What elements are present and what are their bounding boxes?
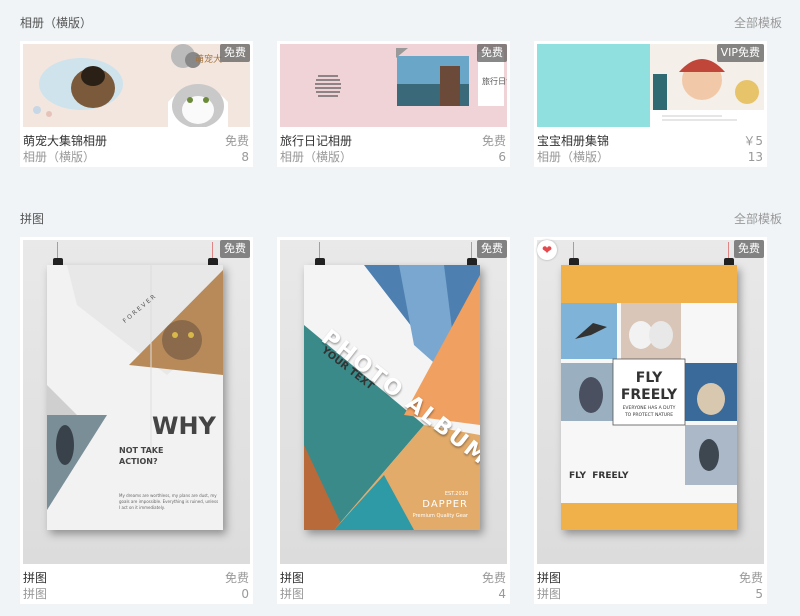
template-thumbnail: PHOTO ALBUM YOUR TEXT EST.2018 DAPPER Pr… <box>280 240 507 564</box>
template-count: 4 <box>498 587 506 601</box>
template-price: 免费 <box>481 571 506 585</box>
template-card[interactable]: FLY FREELY EVERYONE HAS A DUTY TO PROTEC… <box>534 237 767 604</box>
free-badge: 免费 <box>477 44 507 62</box>
template-count: 5 <box>755 587 763 601</box>
template-count: 13 <box>747 150 763 164</box>
section-header-collage: 拼图 全部模板 <box>20 209 782 227</box>
template-price: ￥5 <box>743 134 763 148</box>
heart-icon[interactable]: ❤ <box>537 240 557 260</box>
poster-line-2: TO PROTECT NATURE <box>624 413 674 418</box>
poster-headline: WHY <box>152 412 216 440</box>
thumbnail-caption: 萌宠大 <box>195 53 222 65</box>
template-card[interactable]: FOREVER WHY NOT TAKE ACTION? My dreams a… <box>20 237 253 604</box>
free-badge: 免费 <box>220 240 250 258</box>
card-meta: 拼图 免费 拼图 0 <box>23 570 249 602</box>
card-meta: 宝宝相册集锦 ￥5 相册（横版） 13 <box>537 133 763 165</box>
template-thumbnail: 萌宠大 <box>23 44 250 127</box>
template-card[interactable]: VIP免费 宝宝相册集锦 ￥5 相册（横版） 13 <box>534 41 767 167</box>
all-templates-link[interactable]: 全部模板 <box>734 14 782 31</box>
card-meta: 旅行日记相册 免费 相册（横版） 6 <box>280 133 506 165</box>
poster-preview: FLY FREELY EVERYONE HAS A DUTY TO PROTEC… <box>561 265 737 530</box>
template-price: 免费 <box>224 571 249 585</box>
section-title: 相册（横版） <box>20 15 93 30</box>
poster-headline-1: FLY <box>635 370 663 386</box>
template-thumbnail: FOREVER WHY NOT TAKE ACTION? My dreams a… <box>23 240 250 564</box>
pet-album-preview: 萌宠大 <box>33 44 228 127</box>
template-category: 相册（横版） <box>23 150 96 164</box>
template-category: 相册（横版） <box>280 150 353 164</box>
template-name: 旅行日记相册 <box>280 134 353 148</box>
card-meta: 萌宠大集锦相册 免费 相册（横版） 8 <box>23 133 249 165</box>
template-thumbnail: FLY FREELY EVERYONE HAS A DUTY TO PROTEC… <box>537 240 764 564</box>
section-header-albums: 相册（横版） 全部模板 <box>20 13 782 31</box>
template-count: 0 <box>241 587 249 601</box>
template-thumbnail: 旅行日记 <box>280 44 507 127</box>
poster-line-1: EVERYONE HAS A DUTY <box>622 406 676 411</box>
template-name: 萌宠大集锦相册 <box>23 134 108 148</box>
poster-footer: FLY FREELY <box>569 471 629 481</box>
card-meta: 拼图 免费 拼图 4 <box>280 570 506 602</box>
poster-body: My dreams are worthless, my plans are du… <box>119 493 219 510</box>
poster-preview: PHOTO ALBUM YOUR TEXT EST.2018 DAPPER Pr… <box>304 265 480 530</box>
poster-headline-2: FREELY <box>620 387 678 403</box>
template-name: 拼图 <box>23 571 48 585</box>
free-badge: 免费 <box>734 240 764 258</box>
free-badge: 免费 <box>477 240 507 258</box>
template-count: 6 <box>498 150 506 164</box>
all-templates-link[interactable]: 全部模板 <box>734 210 782 227</box>
template-name: 宝宝相册集锦 <box>537 134 610 148</box>
template-price: 免费 <box>738 571 763 585</box>
template-name: 拼图 <box>280 571 305 585</box>
thumbnail-caption: 旅行日记 <box>482 76 507 86</box>
card-meta: 拼图 免费 拼图 5 <box>537 570 763 602</box>
poster-tagline: Premium Quality Gear <box>412 513 468 519</box>
template-card[interactable]: 旅行日记 免费 旅行日记相册 免费 相册（横版） 6 <box>277 41 510 167</box>
template-count: 8 <box>241 150 249 164</box>
template-category: 相册（横版） <box>537 150 610 164</box>
template-card[interactable]: PHOTO ALBUM YOUR TEXT EST.2018 DAPPER Pr… <box>277 237 510 604</box>
travel-album-preview: 旅行日记 <box>315 48 507 106</box>
template-category: 拼图 <box>537 587 562 601</box>
template-price: 免费 <box>481 134 506 148</box>
template-name: 拼图 <box>537 571 562 585</box>
template-category: 拼图 <box>280 587 305 601</box>
section-title: 拼图 <box>20 211 45 226</box>
free-badge: 免费 <box>220 44 250 62</box>
template-price: 免费 <box>224 134 249 148</box>
poster-subheadline: NOT TAKE ACTION? <box>119 446 164 466</box>
vip-free-badge: VIP免费 <box>716 44 764 62</box>
template-card[interactable]: 萌宠大 免费 萌宠大集锦相册 免费 相册（横版） 8 <box>20 41 253 167</box>
poster-year: EST.2018 <box>444 491 468 497</box>
poster-brand: DAPPER <box>422 499 468 510</box>
poster-preview: FOREVER WHY NOT TAKE ACTION? My dreams a… <box>47 265 223 530</box>
template-category: 拼图 <box>23 587 48 601</box>
